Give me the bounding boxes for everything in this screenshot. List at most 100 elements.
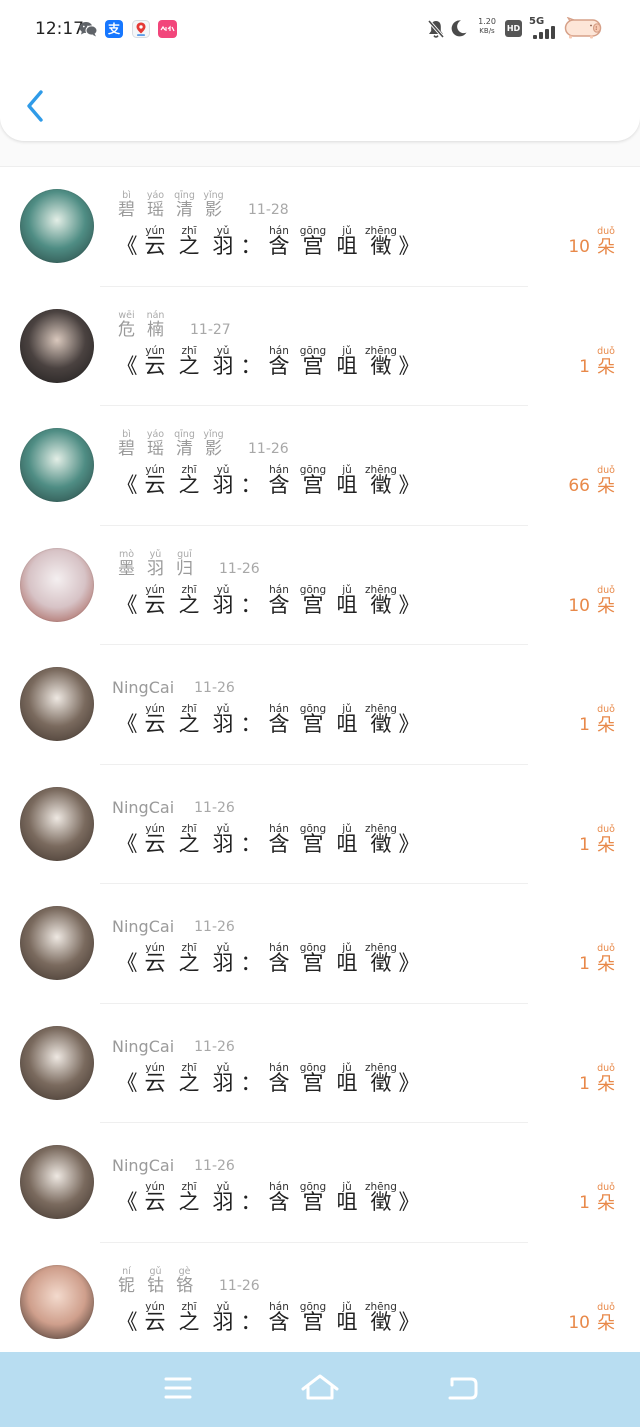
back-icon[interactable]: [446, 1374, 480, 1404]
title-text: 《: [116, 474, 138, 497]
username: NingCai 11-26: [112, 1147, 235, 1175]
gift-count: 10 duǒ 朵: [568, 585, 616, 616]
username-hanzi: 墨: [118, 558, 135, 578]
title-hanzi: 羽: [212, 593, 234, 617]
avatar[interactable]: [20, 667, 94, 741]
title-char: gōng 宫: [296, 1062, 330, 1094]
title-char: zhī 之: [172, 943, 206, 975]
avatar[interactable]: [20, 189, 94, 263]
username-char: bì 碧: [112, 191, 141, 219]
title-text: 》: [398, 832, 420, 856]
title-text: 》: [398, 952, 420, 975]
gift-unit: duǒ 朵: [596, 704, 616, 735]
avatar[interactable]: [20, 786, 94, 861]
title-hanzi: 咀: [336, 354, 358, 378]
username: NingCai 11-26: [112, 669, 235, 697]
list-item[interactable]: NingCai 11-26 《 yún 云 zhī 之 yǔ 羽： hán 含 gōng 宫 jǔ 咀 zhē…: [0, 645, 640, 765]
title-char: gōng 宫: [296, 823, 330, 855]
title-char: zhī 之: [172, 584, 206, 616]
title-char: hán 含: [262, 465, 296, 497]
title-char: zhēng 徵: [364, 1062, 398, 1094]
avatar[interactable]: [20, 308, 94, 383]
menu-icon[interactable]: [163, 1375, 193, 1403]
title-char: yǔ 羽: [206, 1062, 240, 1094]
title-char: zhēng 徵: [364, 704, 398, 736]
list-item[interactable]: bì 碧 yáo 瑶 qīng 清 yǐng 影 11-26 《 yún 云 zhī 之 yǔ 羽： hán 含 g…: [0, 406, 640, 526]
drama-title: 《 yún 云 zhī 之 yǔ 羽： hán 含 gōng 宫 jǔ 咀 zhēng 徵》: [116, 1182, 420, 1214]
title-hanzi: 羽: [212, 832, 234, 856]
title-hanzi: 宫: [302, 1191, 324, 1214]
title-char: zhī 之: [172, 1062, 206, 1094]
gift-unit-hanzi: 朵: [597, 715, 615, 735]
username-char: mò 墨: [112, 548, 141, 578]
title-text: ：: [240, 1310, 262, 1334]
avatar[interactable]: [20, 547, 94, 622]
title-hanzi: 宫: [302, 1310, 324, 1334]
status-bar: 12:17 支 1.20 KB/s HD 5G: [0, 0, 640, 60]
gift-unit-hanzi: 朵: [597, 1312, 615, 1333]
title-text: 《: [116, 235, 138, 258]
title-char: yún 云: [138, 226, 172, 258]
username-pinyin: gè: [178, 1265, 191, 1277]
title-text: 《: [116, 952, 138, 975]
title-char: jǔ 咀: [330, 1062, 364, 1094]
home-icon[interactable]: [300, 1373, 340, 1403]
list-item[interactable]: NingCai 11-26 《 yún 云 zhī 之 yǔ 羽： hán 含 gōng 宫 jǔ 咀 zhē…: [0, 1123, 640, 1243]
title-char: zhēng 徵: [364, 226, 398, 258]
title-char: zhēng 徵: [364, 465, 398, 497]
title-text: 《: [116, 832, 138, 856]
gift-date: 11-26: [248, 441, 289, 457]
title-hanzi: 宫: [302, 474, 324, 497]
alipay-icon: 支: [105, 20, 123, 38]
avatar[interactable]: [20, 906, 94, 980]
title-char: gōng 宫: [296, 943, 330, 975]
title-text: 》: [398, 1310, 420, 1334]
list-item[interactable]: wēi 危 nán 楠 11-27 《 yún 云 zhī 之 yǔ 羽： hán 含 gōng 宫 jǔ 咀 zh…: [0, 287, 640, 406]
title-hanzi: 咀: [336, 832, 358, 856]
gift-unit-pinyin: duǒ: [597, 226, 615, 237]
drama-title: 《 yún 云 zhī 之 yǔ 羽： hán 含 gōng 宫 jǔ 咀 zhēng 徵》: [116, 1062, 420, 1094]
title-hanzi: 徵: [370, 1310, 392, 1334]
username-pinyin: guī: [177, 548, 192, 560]
title-hanzi: 徵: [370, 952, 392, 975]
gift-unit-hanzi: 朵: [597, 954, 615, 974]
chevron-left-icon[interactable]: [22, 86, 52, 126]
gift-count-value: 1: [579, 715, 590, 735]
list-item[interactable]: mò 墨 yǔ 羽 guī 归 11-26 《 yún 云 zhī 之 yǔ 羽： hán 含 gōng 宫 jǔ 咀…: [0, 526, 640, 645]
title-text: 《: [116, 1191, 138, 1214]
title-char: yún 云: [138, 704, 172, 736]
title-char: gōng 宫: [296, 1301, 330, 1334]
gift-unit: duǒ 朵: [596, 226, 616, 257]
title-char: yǔ 羽: [206, 1301, 240, 1333]
title-text: 》: [398, 713, 420, 736]
title-hanzi: 徵: [370, 1191, 392, 1214]
avatar[interactable]: [20, 1145, 94, 1219]
list-item[interactable]: NingCai 11-26 《 yún 云 zhī 之 yǔ 羽： hán 含 gōng 宫 jǔ 咀 zhē…: [0, 1004, 640, 1123]
gift-date: 11-26: [219, 1277, 260, 1294]
list-item[interactable]: NingCai 11-26 《 yún 云 zhī 之 yǔ 羽： hán 含 gōng 宫 jǔ 咀 zhē…: [0, 765, 640, 884]
username-pinyin: mò: [118, 548, 135, 560]
title-hanzi: 之: [178, 952, 200, 975]
title-hanzi: 之: [178, 235, 200, 258]
list-item[interactable]: ní 铌 gǔ 钴 gè 铬 11-26 《 yún 云 zhī 之 yǔ 羽： hán 含 gōng 宫 jǔ 咀 z…: [0, 1243, 640, 1362]
gift-unit-pinyin: duǒ: [597, 1182, 615, 1193]
avatar[interactable]: [20, 1264, 94, 1339]
username-hanzi: 碧: [118, 439, 135, 458]
title-hanzi: 含: [268, 235, 290, 258]
title-text: 《: [116, 1310, 138, 1334]
drama-title: 《 yún 云 zhī 之 yǔ 羽： hán 含 gōng 宫 jǔ 咀 zhēng 徵》: [116, 345, 420, 378]
list-item[interactable]: bì 碧 yáo 瑶 qīng 清 yǐng 影 11-28 《 yún 云 zhī 之 yǔ 羽： hán 含 g…: [0, 167, 640, 287]
gift-unit-hanzi: 朵: [597, 595, 615, 616]
avatar[interactable]: [20, 1025, 94, 1100]
title-hanzi: 含: [268, 952, 290, 975]
gift-unit: duǒ 朵: [596, 824, 616, 855]
title-hanzi: 含: [268, 832, 290, 856]
avatar[interactable]: [20, 428, 94, 502]
username-char: yǐng 影: [199, 430, 228, 458]
title-char: zhī 之: [172, 1182, 206, 1214]
title-hanzi: 含: [268, 1310, 290, 1334]
title-hanzi: 云: [144, 1310, 166, 1334]
title-hanzi: 含: [268, 354, 290, 378]
gift-unit-pinyin: duǒ: [597, 1301, 615, 1313]
list-item[interactable]: NingCai 11-26 《 yún 云 zhī 之 yǔ 羽： hán 含 gōng 宫 jǔ 咀 zhē…: [0, 884, 640, 1004]
